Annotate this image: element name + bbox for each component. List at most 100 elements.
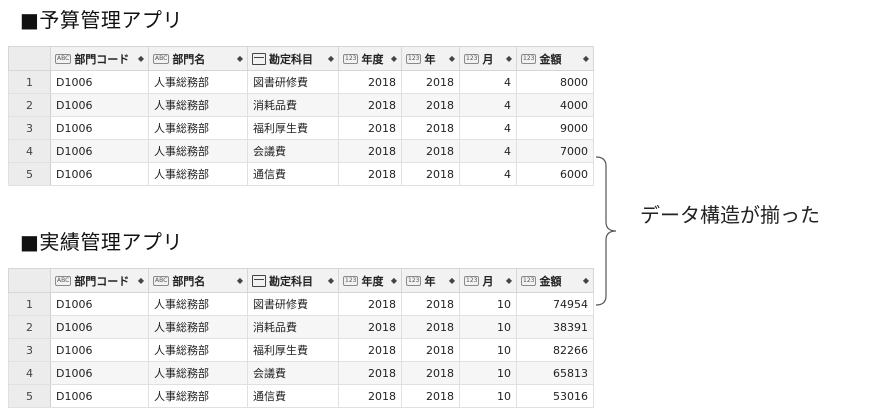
sort-icon[interactable]: ◆ [138,54,144,63]
table-cell: 4 [459,93,517,117]
column-header[interactable]: 123 年 ◆ [401,46,460,71]
column-header-label: 部門名 [172,274,206,288]
column-header[interactable]: ABC 部門コード ◆ [50,46,149,71]
table-cell: 2018 [401,292,460,316]
table-cell: 図書研修費 [247,70,339,94]
text-type-icon: ABC [153,53,170,64]
column-header[interactable]: 123 月 ◆ [459,268,517,293]
sort-icon[interactable]: ◆ [237,276,243,285]
column-header[interactable]: 123 月 ◆ [459,46,517,71]
actual-app-title: ■実績管理アプリ [20,230,183,254]
column-header[interactable]: 勘定科目 ◆ [247,268,339,293]
table-cell: 2018 [401,338,460,362]
column-header[interactable]: ABC 部門名 ◆ [148,268,248,293]
sort-icon[interactable]: ◆ [237,54,243,63]
table-cell: 2018 [338,292,402,316]
table-cell: 38391 [516,315,594,339]
column-header[interactable]: 123 年度 ◆ [338,46,402,71]
table-cell: D1006 [50,384,149,408]
table-cell: D1006 [50,361,149,385]
table-row[interactable]: 4 D1006 人事総務部 会議費 2018 2018 4 7000 [8,139,594,163]
table-cell: 4 [459,139,517,163]
row-number: 3 [8,338,51,362]
column-header[interactable]: 123 年度 ◆ [338,268,402,293]
sort-icon[interactable]: ◆ [449,276,455,285]
table-cell: 4 [459,70,517,94]
column-header[interactable]: 123 金額 ◆ [516,46,594,71]
text-type-icon: ABC [153,275,170,286]
table-cell: 通信費 [247,162,339,186]
column-header[interactable]: ABC 部門コード ◆ [50,268,149,293]
column-header-label: 年 [424,274,436,288]
list-type-icon [252,52,266,65]
table-cell: 人事総務部 [148,116,248,140]
table-cell: 2018 [338,116,402,140]
column-header[interactable]: ABC 部門名 ◆ [148,46,248,71]
number-type-icon: 123 [464,275,480,286]
sort-icon[interactable]: ◆ [138,276,144,285]
table-row[interactable]: 5 D1006 人事総務部 通信費 2018 2018 10 53016 [8,384,594,408]
table-cell: 2018 [338,361,402,385]
table-cell: 6000 [516,162,594,186]
table-cell: 福利厚生費 [247,338,339,362]
row-number: 5 [8,162,51,186]
number-type-icon: 123 [521,53,537,64]
column-header[interactable]: 123 年 ◆ [401,268,460,293]
table-row[interactable]: 3 D1006 人事総務部 福利厚生費 2018 2018 4 9000 [8,116,594,140]
table-cell: 4 [459,116,517,140]
table-row[interactable]: 1 D1006 人事総務部 図書研修費 2018 2018 4 8000 [8,70,594,94]
table-row[interactable]: 2 D1006 人事総務部 消耗品費 2018 2018 10 38391 [8,315,594,339]
sort-icon[interactable]: ◆ [583,54,589,63]
table-cell: D1006 [50,93,149,117]
sort-icon[interactable]: ◆ [391,54,397,63]
table-cell: 4000 [516,93,594,117]
table-cell: 82266 [516,338,594,362]
row-number: 4 [8,361,51,385]
sort-icon[interactable]: ◆ [506,276,512,285]
table-row[interactable]: 1 D1006 人事総務部 図書研修費 2018 2018 10 74954 [8,292,594,316]
column-header-label: 部門コード [74,274,130,288]
column-header-label: 金額 [539,274,562,288]
table-cell: 会議費 [247,361,339,385]
row-number: 3 [8,116,51,140]
table-cell: 図書研修費 [247,292,339,316]
number-type-icon: 123 [521,275,537,286]
right-brace-icon [595,156,617,306]
table-row[interactable]: 4 D1006 人事総務部 会議費 2018 2018 10 65813 [8,361,594,385]
table-row[interactable]: 5 D1006 人事総務部 通信費 2018 2018 4 6000 [8,162,594,186]
table-cell: 8000 [516,70,594,94]
annotation-text: データ構造が揃った [640,203,820,227]
column-header[interactable]: 勘定科目 ◆ [247,46,339,71]
column-header-label: 年度 [361,52,384,66]
number-type-icon: 123 [406,275,422,286]
table-cell: 2018 [401,315,460,339]
table-cell: 人事総務部 [148,338,248,362]
sort-icon[interactable]: ◆ [506,54,512,63]
table-cell: D1006 [50,315,149,339]
sort-icon[interactable]: ◆ [583,276,589,285]
table-cell: D1006 [50,139,149,163]
table-cell: 2018 [338,315,402,339]
table-row[interactable]: 3 D1006 人事総務部 福利厚生費 2018 2018 10 82266 [8,338,594,362]
list-type-icon [252,274,266,287]
sort-icon[interactable]: ◆ [328,276,334,285]
table-cell: 10 [459,292,517,316]
table-cell: 人事総務部 [148,315,248,339]
column-header[interactable]: 123 金額 ◆ [516,268,594,293]
table-row[interactable]: 2 D1006 人事総務部 消耗品費 2018 2018 4 4000 [8,93,594,117]
table-cell: 2018 [401,384,460,408]
table-cell: 2018 [338,139,402,163]
sort-icon[interactable]: ◆ [391,276,397,285]
table-cell: 消耗品費 [247,315,339,339]
table-cell: 2018 [338,162,402,186]
table-cell: 人事総務部 [148,361,248,385]
table-cell: 4 [459,162,517,186]
sort-icon[interactable]: ◆ [328,54,334,63]
sort-icon[interactable]: ◆ [449,54,455,63]
table-cell: 2018 [401,70,460,94]
text-type-icon: ABC [55,53,72,64]
row-number: 2 [8,93,51,117]
table-cell: 2018 [401,139,460,163]
table-cell: 2018 [338,70,402,94]
table-cell: 2018 [401,93,460,117]
